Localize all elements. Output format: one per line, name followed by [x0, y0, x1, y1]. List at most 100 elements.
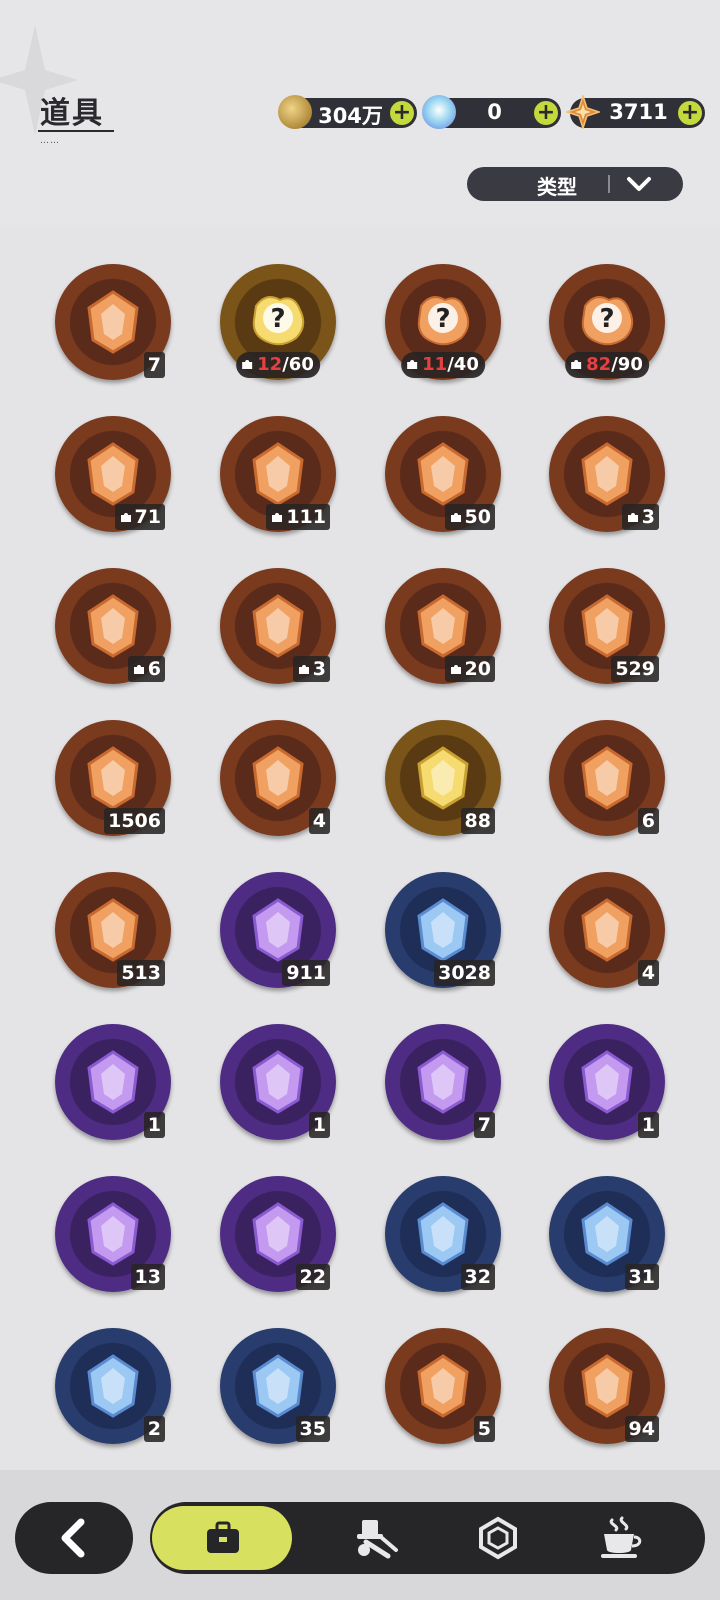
- tab-equipment[interactable]: [320, 1502, 440, 1574]
- item-slot[interactable]: 13: [55, 1176, 171, 1292]
- item-count-value: 911: [286, 962, 326, 984]
- item-slot[interactable]: 32: [385, 1176, 501, 1292]
- item-slot[interactable]: 529: [549, 568, 665, 684]
- item-count-value: 5: [477, 1418, 491, 1440]
- mystery-puzzle-brown-icon: ?: [581, 296, 634, 346]
- item-count: 71: [114, 504, 165, 530]
- add-star-button[interactable]: +: [678, 101, 702, 125]
- item-count: 3: [621, 504, 659, 530]
- item-count-value: 1: [641, 1114, 655, 1136]
- item-slot[interactable]: 1: [220, 1024, 336, 1140]
- item-count: 1: [308, 1112, 330, 1138]
- item-count-value: 13: [134, 1266, 161, 1288]
- item-slot[interactable]: 6: [549, 720, 665, 836]
- item-count-value: 32: [464, 1266, 491, 1288]
- golden-helmet-icon: [417, 1050, 469, 1114]
- item-count-value: 4: [312, 810, 326, 832]
- gold-character-card-icon: [417, 746, 469, 810]
- tab-food[interactable]: [560, 1502, 680, 1574]
- item-slot[interactable]: ? 12/60: [220, 264, 336, 380]
- item-slot[interactable]: 20: [385, 568, 501, 684]
- item-count: 20: [444, 656, 495, 682]
- puzzle-fragment-icon: [627, 513, 638, 522]
- item-slot[interactable]: 5: [385, 1328, 501, 1444]
- magic-mirror-icon: [581, 1050, 633, 1114]
- item-slot[interactable]: 71: [55, 416, 171, 532]
- item-count-value: 94: [628, 1418, 655, 1440]
- item-slot[interactable]: 4: [549, 872, 665, 988]
- item-slot[interactable]: 94: [549, 1328, 665, 1444]
- title-underline: [38, 130, 114, 132]
- purple-creature-puzzle-icon: [252, 594, 304, 658]
- item-count: 13: [130, 1264, 165, 1290]
- page-title: 道具: [40, 96, 104, 131]
- scroll-icon: [87, 1202, 139, 1266]
- ruby-heart-icon: [581, 1354, 633, 1418]
- star-gem-icon: [566, 95, 600, 129]
- item-slot[interactable]: ? 11/40: [385, 264, 501, 380]
- item-slot[interactable]: ? 82/90: [549, 264, 665, 380]
- item-slot[interactable]: 3: [549, 416, 665, 532]
- type-filter-dropdown[interactable]: 类型: [467, 167, 683, 201]
- item-count: 7: [143, 352, 165, 378]
- puzzle-fragment-icon: [407, 360, 418, 369]
- item-slot[interactable]: 3: [220, 568, 336, 684]
- pink-star-crystal-icon: [581, 594, 633, 658]
- item-slot[interactable]: 50: [385, 416, 501, 532]
- add-gold-button[interactable]: +: [390, 101, 414, 125]
- item-count: 513: [117, 960, 165, 986]
- item-count: 94: [624, 1416, 659, 1442]
- item-count-value: 20: [464, 658, 491, 680]
- item-count-value: 4: [641, 962, 655, 984]
- item-count-value: 1: [312, 1114, 326, 1136]
- back-arrow-icon: [61, 1518, 85, 1558]
- puzzle-fragment-icon: [571, 360, 582, 369]
- crystal-icon: [422, 95, 456, 129]
- item-slot[interactable]: 3028: [385, 872, 501, 988]
- item-slot[interactable]: 1506: [55, 720, 171, 836]
- currency-star-value: 3711: [609, 100, 668, 124]
- item-count: 1: [637, 1112, 659, 1138]
- item-slot[interactable]: 7: [55, 264, 171, 380]
- panda-puzzle-icon: [581, 442, 633, 506]
- item-slot[interactable]: 2: [55, 1328, 171, 1444]
- title-dots: ……: [40, 136, 60, 146]
- item-count-value: 35: [299, 1418, 326, 1440]
- item-slot[interactable]: 22: [220, 1176, 336, 1292]
- item-count: 3: [292, 656, 330, 682]
- item-slot[interactable]: 513: [55, 872, 171, 988]
- pink-apple-icon: [252, 1202, 304, 1266]
- fragment-progress: 82/90: [565, 352, 649, 378]
- item-count-value: 3028: [438, 962, 491, 984]
- item-slot[interactable]: 1: [549, 1024, 665, 1140]
- filter-separator: [608, 175, 610, 193]
- tab-gems[interactable]: [440, 1502, 560, 1574]
- tab-items[interactable]: [152, 1506, 292, 1570]
- item-count-value: 1506: [108, 810, 161, 832]
- item-slot[interactable]: 7: [385, 1024, 501, 1140]
- purple-character-card-icon: [252, 898, 304, 962]
- item-slot[interactable]: 4: [220, 720, 336, 836]
- purple-crystal-card-icon: [87, 290, 139, 354]
- item-slot[interactable]: 6: [55, 568, 171, 684]
- item-slot[interactable]: 1: [55, 1024, 171, 1140]
- item-slot[interactable]: 911: [220, 872, 336, 988]
- item-count: 4: [308, 808, 330, 834]
- fragment-required: /90: [611, 354, 643, 375]
- fragment-owned: 12: [257, 354, 283, 375]
- rainbow-character-card-icon: [581, 746, 633, 810]
- blue-character-card-icon: [417, 898, 469, 962]
- tab-bar: [150, 1502, 705, 1574]
- fragment-required: /60: [282, 354, 314, 375]
- paw-charm-icon: [252, 746, 304, 810]
- fragment-owned: 11: [422, 354, 448, 375]
- add-crystal-button[interactable]: +: [534, 101, 558, 125]
- item-slot[interactable]: 88: [385, 720, 501, 836]
- back-button[interactable]: [15, 1502, 133, 1574]
- item-count: 529: [611, 656, 659, 682]
- item-count: 50: [444, 504, 495, 530]
- orange-character-card-icon: [87, 898, 139, 962]
- item-slot[interactable]: 31: [549, 1176, 665, 1292]
- item-slot[interactable]: 35: [220, 1328, 336, 1444]
- item-slot[interactable]: 111: [220, 416, 336, 532]
